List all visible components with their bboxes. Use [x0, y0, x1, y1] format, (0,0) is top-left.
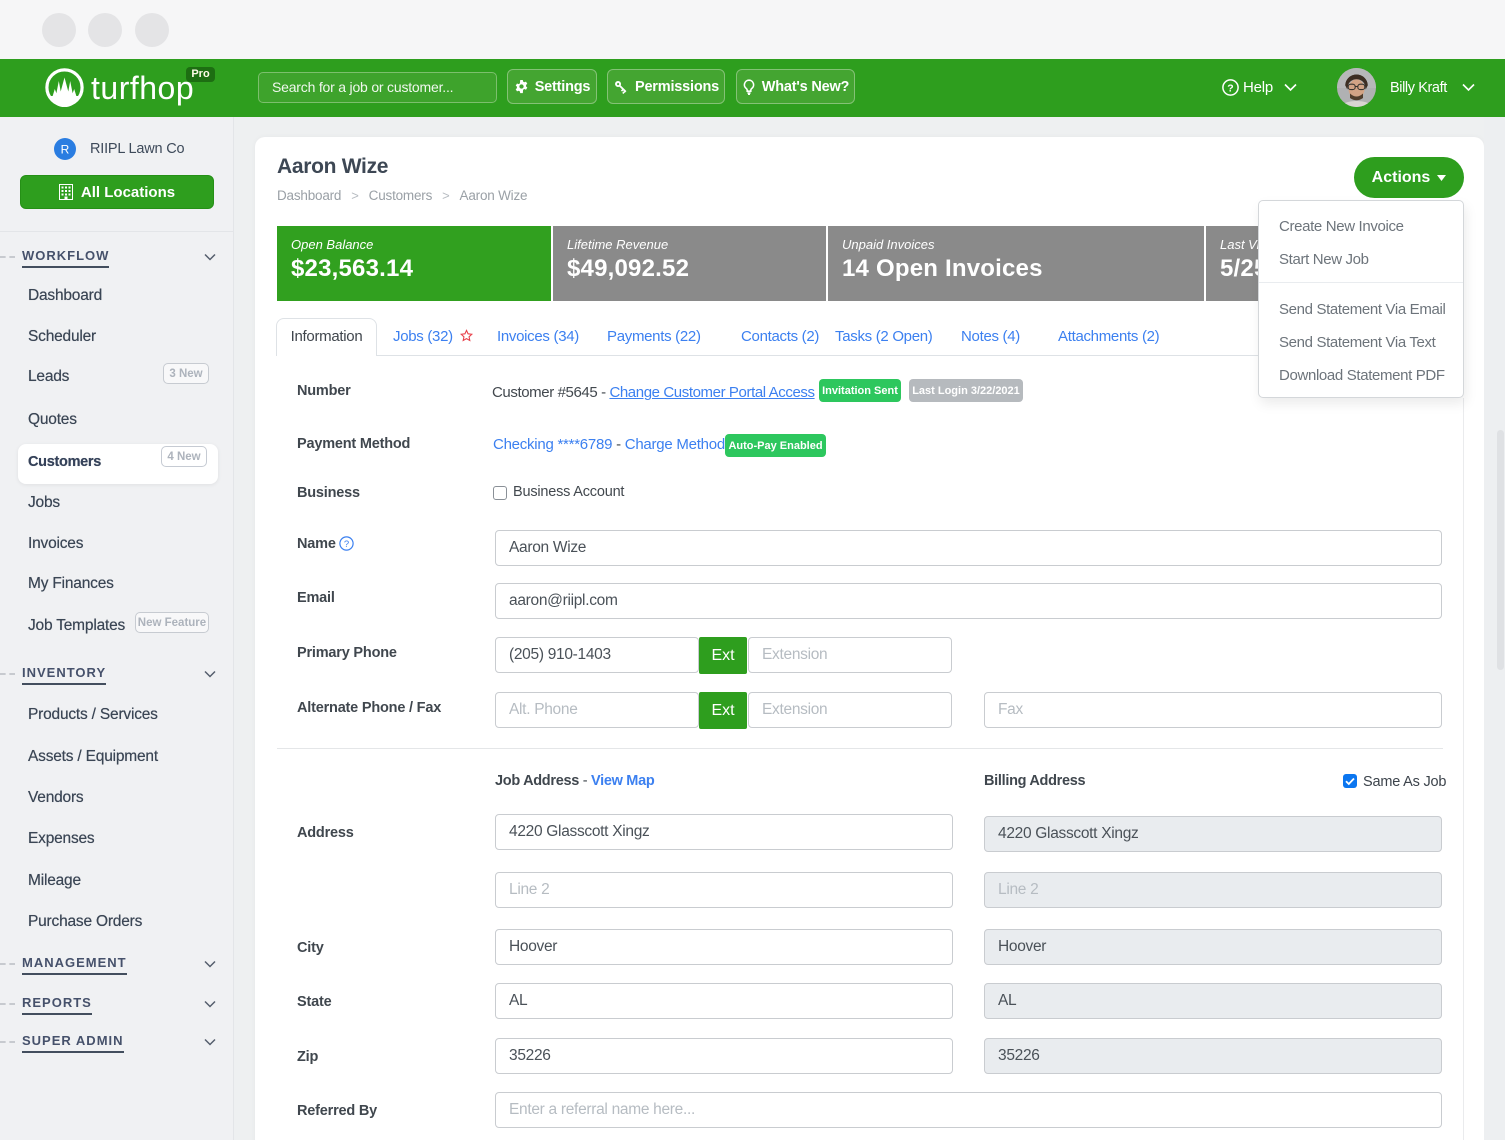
svg-text:?: ?	[1227, 82, 1233, 94]
svg-text:R: R	[61, 143, 70, 157]
svg-text:?: ?	[344, 539, 349, 550]
